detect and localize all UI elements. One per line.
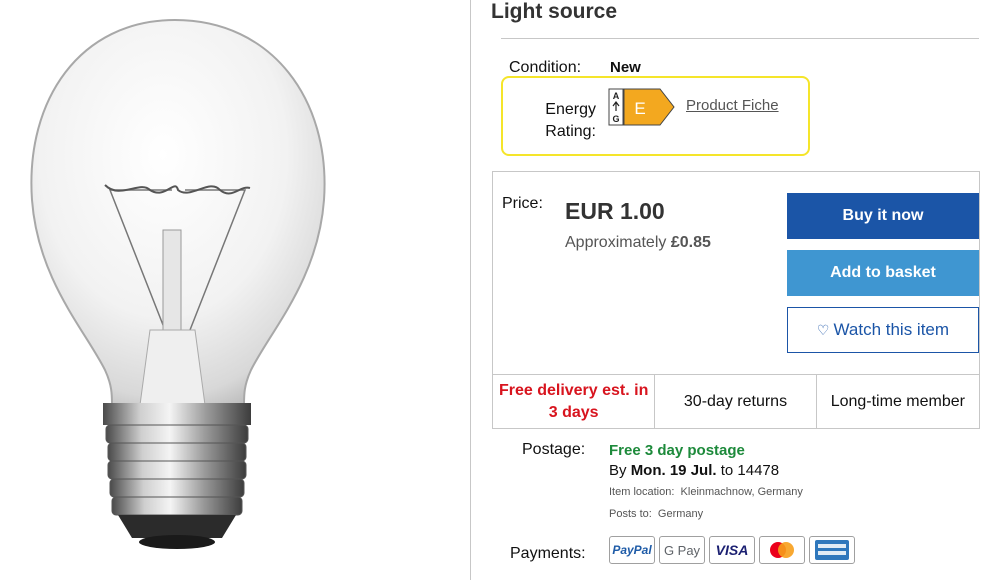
- product-image-pane: [0, 0, 470, 580]
- condition-value: New: [610, 59, 641, 76]
- energy-scale-bottom: G: [612, 114, 619, 124]
- free-postage-text: Free 3 day postage: [609, 442, 745, 459]
- energy-rating-label: Energy Rating:: [545, 101, 596, 140]
- product-title: Light source: [491, 0, 618, 23]
- price-value: EUR 1.00: [565, 198, 665, 224]
- returns-badge: 30-day returns: [655, 375, 817, 428]
- free-delivery-badge: Free delivery est. in 3 days: [493, 375, 656, 428]
- price-label: Price:: [502, 195, 543, 212]
- paypal-icon: PayPal: [609, 536, 655, 564]
- buy-it-now-button[interactable]: Buy it now: [787, 193, 979, 239]
- payment-methods: PayPal G Pay VISA: [609, 536, 855, 564]
- energy-scale-top: A: [613, 91, 620, 101]
- light-bulb-image: [30, 18, 326, 549]
- mastercard-icon: [759, 536, 805, 564]
- energy-class-letter: E: [634, 99, 645, 118]
- item-location: Item location: Kleinmachnow, Germany: [609, 486, 803, 498]
- feature-strip: Free delivery est. in 3 days 30-day retu…: [492, 375, 980, 429]
- payments-label: Payments:: [510, 545, 586, 562]
- visa-icon: VISA: [709, 536, 755, 564]
- watch-item-label: Watch this item: [833, 320, 950, 339]
- product-fiche-link[interactable]: Product Fiche: [686, 97, 779, 114]
- posts-to: Posts to: Germany: [609, 508, 704, 520]
- postage-label: Postage:: [522, 441, 586, 458]
- watch-item-button[interactable]: ♡ Watch this item: [787, 307, 979, 353]
- energy-class-e-icon[interactable]: A G E: [608, 88, 676, 126]
- product-details-pane: Light source Condition: New Energy Ratin…: [471, 0, 999, 580]
- delivery-date: By Mon. 19 Jul. to 14478: [609, 462, 780, 479]
- amex-icon: [809, 536, 855, 564]
- member-badge: Long-time member: [830, 392, 965, 410]
- google-pay-icon: G Pay: [659, 536, 705, 564]
- heart-icon: ♡: [816, 321, 830, 338]
- add-to-basket-button[interactable]: Add to basket: [787, 250, 979, 296]
- approx-price: Approximately £0.85: [565, 234, 711, 251]
- title-divider: [501, 38, 979, 39]
- condition-label: Condition:: [509, 59, 582, 76]
